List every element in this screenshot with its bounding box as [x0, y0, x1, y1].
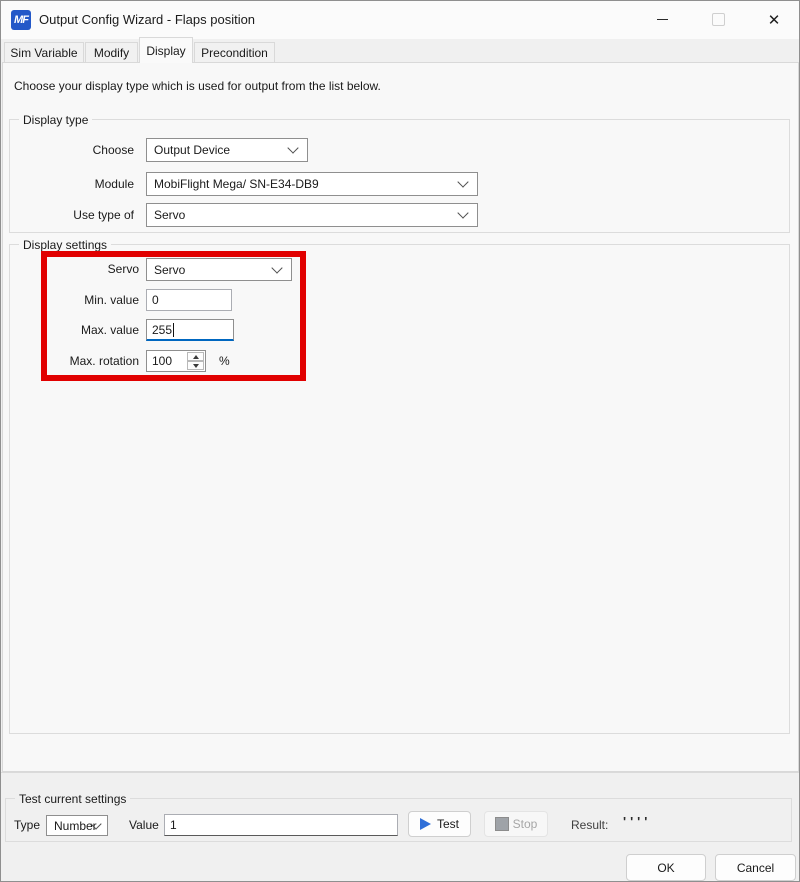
chevron-down-icon [457, 207, 468, 218]
arrow-up-icon [193, 355, 199, 359]
use-type-label: Use type of [9, 203, 134, 227]
result-value: '''' [623, 814, 651, 829]
choose-display-type-dropdown[interactable]: Output Device [146, 138, 308, 162]
max-value-label: Max. value [9, 319, 139, 341]
test-value-label: Value [129, 815, 159, 836]
choose-label: Choose [9, 138, 134, 162]
chevron-down-icon [271, 262, 282, 273]
minimize-icon [657, 19, 668, 20]
module-label: Module [9, 172, 134, 196]
min-value-label: Min. value [9, 289, 139, 311]
bottom-divider [1, 772, 799, 773]
max-value-input[interactable]: 255 [146, 319, 234, 341]
percent-unit-label: % [219, 350, 230, 372]
cancel-button[interactable]: Cancel [715, 854, 796, 881]
play-icon [420, 818, 431, 830]
module-dropdown[interactable]: MobiFlight Mega/ SN-E34-DB9 [146, 172, 478, 196]
tab-display[interactable]: Display [139, 37, 193, 63]
title-bar: MF Output Config Wizard - Flaps position… [1, 1, 799, 39]
stop-button: Stop [484, 811, 548, 837]
mobiflight-logo-icon: MF [11, 10, 31, 30]
servo-value: Servo [154, 263, 185, 277]
maximize-button [695, 1, 741, 38]
chevron-down-icon [287, 142, 298, 153]
max-value-text: 255 [152, 323, 172, 337]
close-button[interactable]: ✕ [751, 1, 797, 38]
stop-button-label: Stop [513, 817, 538, 831]
test-button-label: Test [437, 817, 459, 831]
test-value-text: 1 [170, 818, 177, 832]
min-value-input[interactable]: 0 [146, 289, 232, 311]
spin-down-button[interactable] [187, 361, 204, 370]
servo-dropdown[interactable]: Servo [146, 258, 292, 281]
use-type-value: Servo [154, 208, 185, 222]
stop-icon [495, 817, 509, 831]
test-button[interactable]: Test [408, 811, 471, 837]
spin-up-button[interactable] [187, 352, 204, 361]
maximize-icon [712, 13, 725, 26]
max-rotation-spinner[interactable]: 100 [146, 350, 206, 372]
ok-button[interactable]: OK [626, 854, 706, 881]
test-settings-legend: Test current settings [15, 792, 130, 806]
display-settings-group [9, 244, 790, 734]
spinner-buttons [187, 352, 204, 370]
test-type-dropdown[interactable]: Number [46, 815, 108, 836]
choose-display-type-value: Output Device [154, 143, 230, 157]
servo-label: Servo [9, 258, 139, 281]
cancel-button-label: Cancel [737, 861, 774, 875]
display-settings-legend: Display settings [19, 238, 111, 252]
use-type-dropdown[interactable]: Servo [146, 203, 478, 227]
minimize-button[interactable] [639, 1, 685, 38]
display-type-legend: Display type [19, 113, 92, 127]
close-icon: ✕ [768, 11, 781, 29]
min-value-text: 0 [152, 293, 159, 307]
page-description: Choose your display type which is used f… [14, 79, 381, 93]
chevron-down-icon [457, 176, 468, 187]
tab-modify[interactable]: Modify [85, 42, 138, 62]
tab-sim-variable[interactable]: Sim Variable [4, 42, 84, 62]
test-type-label: Type [14, 815, 40, 836]
test-value-input[interactable]: 1 [164, 814, 398, 836]
window-title: Output Config Wizard - Flaps position [39, 12, 255, 27]
tab-precondition[interactable]: Precondition [194, 42, 275, 62]
max-rotation-label: Max. rotation [9, 350, 139, 372]
module-value: MobiFlight Mega/ SN-E34-DB9 [154, 177, 319, 191]
text-caret [173, 323, 174, 337]
arrow-down-icon [193, 364, 199, 368]
max-rotation-text: 100 [152, 354, 172, 368]
output-config-wizard-window: MF Output Config Wizard - Flaps position… [0, 0, 800, 882]
ok-button-label: OK [657, 861, 674, 875]
result-label: Result: [571, 818, 608, 832]
test-type-value: Number [54, 819, 97, 833]
